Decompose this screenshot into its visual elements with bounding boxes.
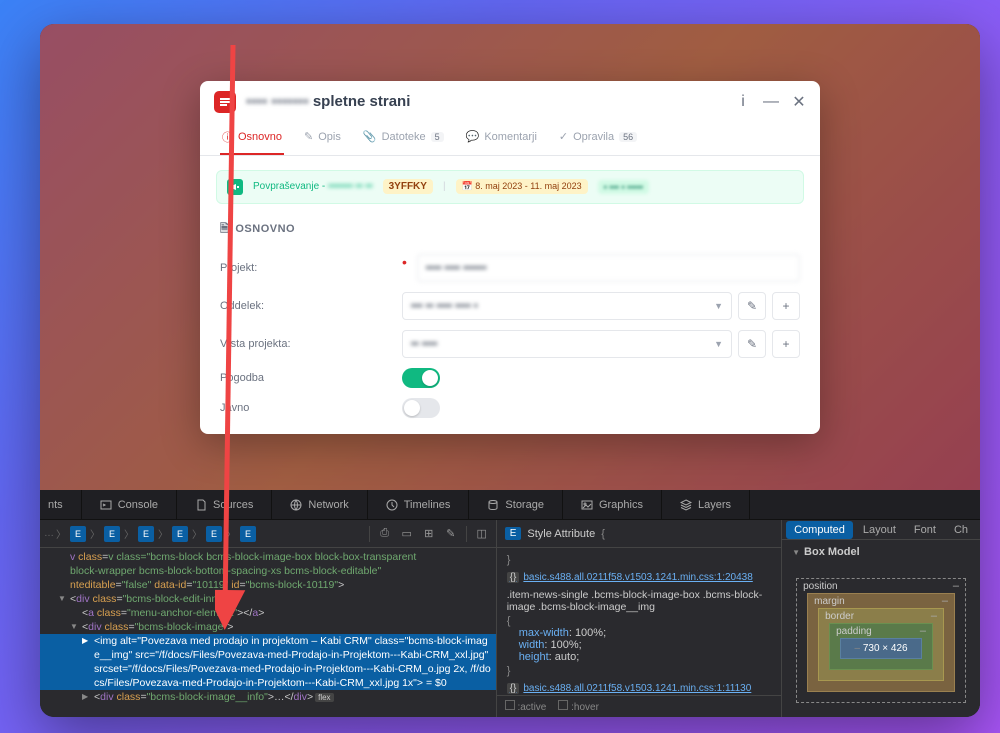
- projekt-input[interactable]: ▪▪▪▪ ▪▪▪▪ ▪▪▪▪▪▪: [417, 254, 800, 282]
- info-icon: ⓘ: [222, 129, 233, 145]
- label: Oddelek:: [220, 300, 390, 312]
- tab-graphics[interactable]: Graphics: [563, 490, 662, 519]
- tab-opravila[interactable]: ✓Opravila56: [557, 123, 639, 155]
- brush-icon[interactable]: ✎: [441, 524, 461, 544]
- window-frame: ▪▪▪▪ ▪▪▪▪▪▪▪ spletne strani i — ✕ ⓘOsnov…: [40, 24, 980, 717]
- styles-panel: EStyle Attribute { } {}basic.s488.all.02…: [497, 520, 782, 717]
- crumb[interactable]: E: [172, 526, 188, 542]
- tab-storage[interactable]: Storage: [469, 490, 563, 519]
- required-dot: •: [402, 254, 407, 282]
- pen-icon: ✎: [304, 130, 313, 143]
- row-vrsta: Vrsta projekta: ▪▪ ▪▪▪▪▼✎+: [200, 325, 820, 363]
- tab-layers[interactable]: Layers: [662, 490, 750, 519]
- devtools-tabs: nts Console Sources Network Timelines St…: [40, 490, 980, 520]
- badge: 56: [619, 132, 637, 142]
- section-header: 🗎OSNOVNO: [200, 214, 820, 249]
- clip-icon: 📎: [363, 130, 377, 143]
- badge-dates: 📅 8. maj 2023 - 11. maj 2023: [456, 179, 588, 194]
- print-icon[interactable]: ⎙: [375, 524, 395, 544]
- app-viewport: ▪▪▪▪ ▪▪▪▪▪▪▪ spletne strani i — ✕ ⓘOsnov…: [40, 24, 980, 490]
- doc-icon: 🗎: [220, 220, 229, 239]
- dialog-tabs: ⓘOsnovno ✎Opis 📎Datoteke5 💬Komentarji ✓O…: [200, 119, 820, 156]
- add-button[interactable]: +: [772, 330, 800, 358]
- breadcrumb-toolbar: …〉 E〉 E〉 E〉 E〉 E〉 E ⎙ ▭ ⊞ ✎ ◫: [40, 520, 496, 548]
- filter-hover[interactable]: :hover: [558, 700, 599, 713]
- tab-more[interactable]: Ch: [946, 521, 976, 539]
- tab-sources[interactable]: Sources: [177, 490, 272, 519]
- pseudo-filter-row: :active :hover: [497, 695, 781, 717]
- edit-button[interactable]: ✎: [738, 292, 766, 320]
- filter-active[interactable]: :active: [505, 700, 547, 713]
- minimize-icon[interactable]: —: [764, 95, 778, 109]
- megaphone-icon: [227, 179, 243, 195]
- dialog-app-icon: [214, 91, 236, 113]
- check-icon: ✓: [559, 130, 568, 143]
- row-pogodba: Pogodba: [200, 363, 820, 393]
- tab-datoteke[interactable]: 📎Datoteke5: [361, 123, 446, 155]
- styles-header: EStyle Attribute {: [497, 520, 781, 548]
- chevron-down-icon: ▼: [714, 301, 723, 311]
- row-projekt: Projekt: • ▪▪▪▪ ▪▪▪▪ ▪▪▪▪▪▪: [200, 249, 820, 287]
- badge-user: ▪ ▪▪▪ ▪ ▪▪▪▪▪: [598, 180, 649, 194]
- box-model: position– margin– border– padding– – 730…: [782, 564, 980, 717]
- tab-layout[interactable]: Layout: [855, 521, 904, 539]
- crumb[interactable]: E: [104, 526, 120, 542]
- content-size: – 730 × 426: [840, 638, 922, 659]
- styles-body[interactable]: } {}basic.s488.all.0211f58.v1503.1241.mi…: [497, 548, 781, 695]
- row-javno: Javno: [200, 393, 820, 434]
- tab-osnovno[interactable]: ⓘOsnovno: [220, 123, 284, 155]
- computed-panel: Computed Layout Font Ch ▼Box Model posit…: [782, 520, 980, 717]
- selected-dom-node[interactable]: ▶<img alt="Povezava med prodajo in proje…: [40, 634, 496, 690]
- dialog-title: ▪▪▪▪ ▪▪▪▪▪▪▪ spletne strani: [246, 93, 736, 110]
- tab-console[interactable]: Console: [82, 490, 177, 519]
- label: Javno: [220, 402, 390, 414]
- pogodba-toggle[interactable]: [402, 368, 440, 388]
- chevron-down-icon: ▼: [714, 339, 723, 349]
- tab-opis[interactable]: ✎Opis: [302, 123, 343, 155]
- devtools: nts Console Sources Network Timelines St…: [40, 490, 980, 717]
- panel-icon[interactable]: ◫: [472, 524, 492, 544]
- info-icon[interactable]: i: [736, 95, 750, 109]
- badge-code: 3YFFKY: [383, 179, 433, 194]
- row-oddelek: Oddelek: ▪▪▪ ▪▪ ▪▪▪▪ ▪▪▪▪ ▪▼✎+: [200, 287, 820, 325]
- chat-icon: 💬: [466, 130, 480, 143]
- selector: .item-news-single .bcms-block-image-box …: [501, 587, 777, 615]
- oddelek-select[interactable]: ▪▪▪ ▪▪ ▪▪▪▪ ▪▪▪▪ ▪▼: [402, 292, 732, 320]
- label: Projekt:: [220, 262, 390, 274]
- tab-network[interactable]: Network: [272, 490, 367, 519]
- style-attribute-label: Style Attribute: [527, 528, 595, 540]
- close-icon[interactable]: ✕: [792, 95, 806, 109]
- tab-timelines[interactable]: Timelines: [368, 490, 470, 519]
- dialog: ▪▪▪▪ ▪▪▪▪▪▪▪ spletne strani i — ✕ ⓘOsnov…: [200, 81, 820, 434]
- grid-icon[interactable]: ⊞: [419, 524, 439, 544]
- box-model-section: ▼Box Model: [782, 540, 980, 564]
- right-tabs: Computed Layout Font Ch: [782, 520, 980, 540]
- tab-font[interactable]: Font: [906, 521, 944, 539]
- phone-icon[interactable]: ▭: [397, 524, 417, 544]
- info-link[interactable]: Povpraševanje - ▪▪▪▪▪▪▪ ▪▪ ▪▪: [253, 181, 373, 192]
- vrsta-select[interactable]: ▪▪ ▪▪▪▪▼: [402, 330, 732, 358]
- badge: 5: [431, 132, 444, 142]
- label: Pogodba: [220, 372, 390, 384]
- tab-computed[interactable]: Computed: [786, 521, 853, 539]
- add-button[interactable]: +: [772, 292, 800, 320]
- javno-toggle[interactable]: [402, 398, 440, 418]
- elements-panel: …〉 E〉 E〉 E〉 E〉 E〉 E ⎙ ▭ ⊞ ✎ ◫: [40, 520, 497, 717]
- info-bar: Povpraševanje - ▪▪▪▪▪▪▪ ▪▪ ▪▪ 3YFFKY | 📅…: [216, 170, 804, 204]
- crumb[interactable]: E: [70, 526, 86, 542]
- crumb[interactable]: E: [138, 526, 154, 542]
- tab-komentarji[interactable]: 💬Komentarji: [464, 123, 539, 155]
- stylesheet-link[interactable]: {}basic.s488.all.0211f58.v1503.1241.min.…: [501, 679, 777, 695]
- stylesheet-link[interactable]: {}basic.s488.all.0211f58.v1503.1241.min.…: [501, 568, 777, 587]
- dialog-header: ▪▪▪▪ ▪▪▪▪▪▪▪ spletne strani i — ✕: [200, 81, 820, 119]
- dom-tree[interactable]: v class=v class="bcms-block bcms-block-i…: [40, 548, 496, 717]
- devtools-body: …〉 E〉 E〉 E〉 E〉 E〉 E ⎙ ▭ ⊞ ✎ ◫: [40, 520, 980, 717]
- tab-elements[interactable]: nts: [40, 490, 82, 519]
- label: Vrsta projekta:: [220, 338, 390, 350]
- edit-button[interactable]: ✎: [738, 330, 766, 358]
- crumb[interactable]: E: [240, 526, 256, 542]
- crumb[interactable]: E: [206, 526, 222, 542]
